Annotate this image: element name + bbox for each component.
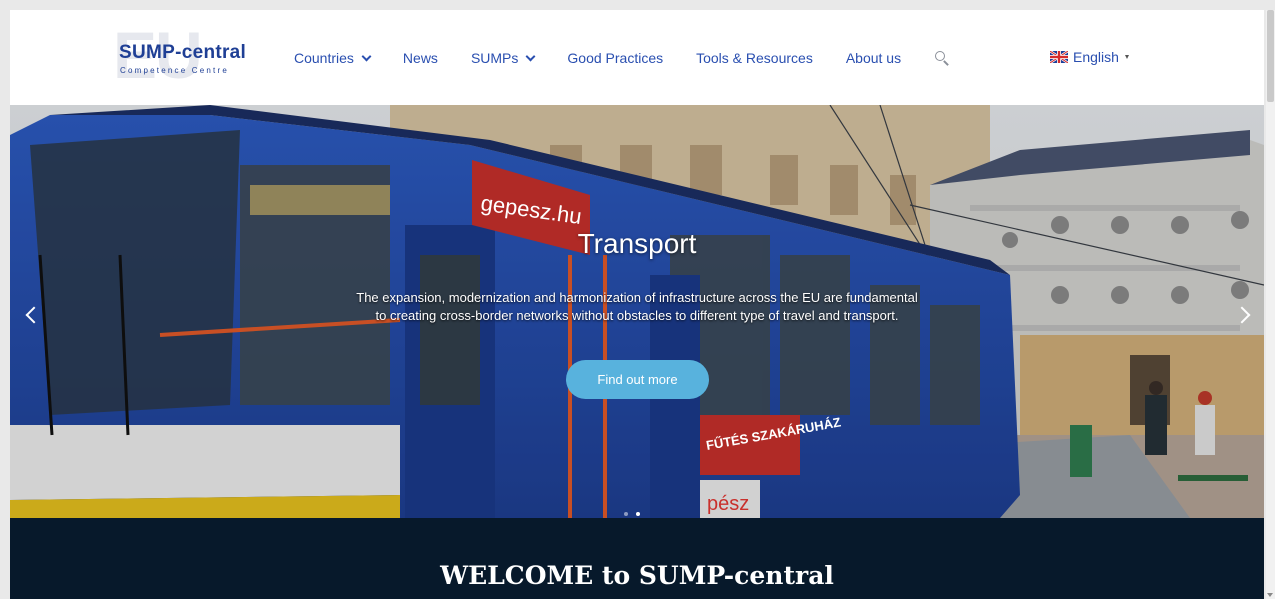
hero-text-line: to creating cross-border networks withou… [375,308,899,323]
page: EU SUMP-central Competence Centre Countr… [10,10,1264,599]
site-logo[interactable]: EU SUMP-central Competence Centre [109,20,261,92]
find-out-more-button[interactable]: Find out more [566,360,709,399]
language-label: English [1073,49,1119,65]
search-icon[interactable] [934,50,950,66]
logo-subtitle: Competence Centre [120,66,229,75]
hero-carousel: gepesz.hu FŰTÉS SZAKÁRUHÁZ pész Transpor… [10,105,1264,518]
scrollbar-thumb[interactable] [1267,10,1274,102]
uk-flag-icon [1050,51,1068,63]
tram-bottom-text: pész [707,493,749,515]
hero-text: The expansion, modernization and harmoni… [310,289,964,325]
caret-down-icon [1124,55,1129,59]
welcome-title: WELCOME to SUMP-central [440,561,834,590]
welcome-section: WELCOME to SUMP-central [10,518,1264,599]
carousel-indicators [624,512,648,516]
nav-item-label: News [402,50,438,66]
main-nav: Countries News SUMPs Good Practices Tool… [294,48,950,68]
page-scrollbar[interactable] [1266,10,1275,599]
carousel-dot-active[interactable] [636,512,640,516]
chevron-down-icon [525,51,536,61]
scroll-down-arrow-icon[interactable] [1267,593,1273,597]
nav-item-good-practices[interactable]: Good Practices [567,50,663,66]
hero-title: Transport [577,228,697,259]
nav-item-label: Tools & Resources [696,50,813,66]
hero-text-line: The expansion, modernization and harmoni… [356,290,918,305]
logo-name: SUMP-central [119,42,247,63]
chevron-down-icon [361,51,372,61]
nav-item-sumps[interactable]: SUMPs [470,50,536,66]
nav-item-news[interactable]: News [403,50,438,66]
nav-item-about-us[interactable]: About us [846,50,901,66]
nav-item-label: About us [845,50,902,66]
nav-item-label: SUMPs [470,50,519,66]
nav-item-label: Countries [294,50,354,66]
nav-item-countries[interactable]: Countries [294,50,372,66]
carousel-dot[interactable] [624,512,628,516]
language-selector[interactable]: English [1050,49,1129,65]
site-header: EU SUMP-central Competence Centre Countr… [10,10,1264,105]
nav-item-label: Good Practices [567,50,664,66]
nav-item-tools-resources[interactable]: Tools & Resources [696,50,813,66]
